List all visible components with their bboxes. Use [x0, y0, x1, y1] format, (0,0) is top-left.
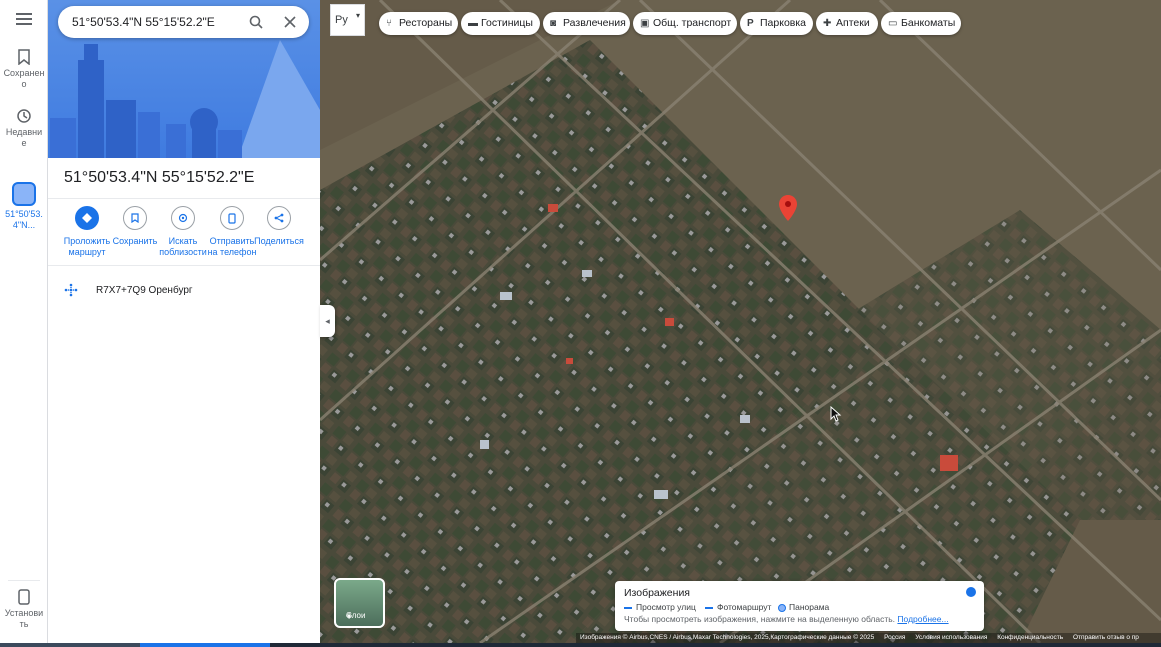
close-icon[interactable]: [284, 16, 296, 28]
hotel-icon: ▬: [468, 18, 478, 29]
satellite-imagery: [320, 0, 1161, 643]
current-place-label: 51°50'53.4"N...: [5, 209, 43, 230]
chip-atms[interactable]: ▭ Банкоматы: [881, 12, 961, 35]
search-icon[interactable]: [249, 15, 263, 29]
chip-label: Парковка: [760, 17, 807, 29]
chevron-down-icon: ▾: [355, 11, 360, 20]
attribution-copyright: Изображения © Airbus,CNES / Airbus,Maxar…: [580, 634, 875, 641]
imagery-title: Изображения: [624, 587, 690, 599]
chip-label: Рестораны: [399, 17, 453, 29]
history-icon: [17, 109, 31, 123]
parking-icon: P: [747, 18, 754, 29]
privacy-link[interactable]: Конфиденциальность: [997, 634, 1063, 641]
rail-divider: [8, 580, 40, 581]
search-box[interactable]: [58, 6, 309, 38]
atm-icon: ▭: [888, 18, 898, 29]
send-to-phone-label: Отправить на телефон: [207, 236, 257, 257]
legend-label: Панорама: [789, 602, 830, 612]
taskbar-segment: [140, 643, 270, 647]
language-selector[interactable]: Ру ▾: [330, 4, 365, 36]
nearby-label: Искать поблизости: [159, 236, 207, 257]
legend-photo-route: Фотомаршрут: [705, 602, 771, 612]
maps-app: Сохранено Недавние 51°50'53.4"N... Устан…: [0, 0, 1161, 647]
plus-code-row[interactable]: R7X7+7Q9 Оренбург: [64, 282, 314, 300]
directions-icon: [75, 206, 99, 230]
side-rail: Сохранено Недавние 51°50'53.4"N... Устан…: [0, 0, 48, 643]
share-button[interactable]: Поделиться: [254, 206, 304, 247]
chip-hotels[interactable]: ▬ Гостиницы: [461, 12, 540, 35]
language-value: Ру: [335, 14, 348, 26]
terms-link[interactable]: Условия использования: [915, 634, 987, 641]
layers-label: Слои: [346, 611, 366, 620]
hamburger-icon: [16, 13, 32, 25]
collapse-panel-button[interactable]: ◂: [320, 305, 335, 337]
chip-entertainment[interactable]: ◙ Развлечения: [543, 12, 630, 35]
chip-parking[interactable]: P Парковка: [740, 12, 813, 35]
mouse-cursor-icon: [830, 406, 842, 422]
imagery-legend: Изображения Просмотр улиц Фотомаршрут Па…: [615, 581, 984, 631]
current-place-button[interactable]: 51°50'53.4"N...: [0, 182, 48, 231]
legend-label: Фотомаршрут: [717, 602, 772, 612]
location-pin-icon[interactable]: [779, 195, 797, 221]
pharmacy-icon: ✚: [823, 18, 832, 29]
learn-more-link[interactable]: Подробнее...: [897, 614, 948, 624]
toggle-dot[interactable]: [966, 587, 976, 597]
legend-label: Просмотр улиц: [636, 602, 696, 612]
layers-button[interactable]: ◈ Слои: [334, 578, 385, 628]
bookmark-icon: [123, 206, 147, 230]
chip-label: Общ. транспорт: [653, 17, 732, 29]
plus-code-icon: [64, 283, 78, 297]
chip-pharmacies[interactable]: ✚ Аптеки: [816, 12, 878, 35]
satellite-map[interactable]: [320, 0, 1161, 643]
plus-code-text: R7X7+7Q9 Оренбург: [96, 285, 193, 296]
nearby-icon: [171, 206, 195, 230]
imagery-hint: Чтобы просмотреть изображения, нажмите н…: [624, 614, 949, 624]
send-to-phone-button[interactable]: Отправить на телефон: [207, 206, 257, 258]
chip-label: Аптеки: [836, 17, 870, 29]
transit-icon: ▣: [640, 18, 650, 29]
divider: [48, 198, 320, 199]
taskbar-segment: [0, 643, 140, 647]
install-label: Установить: [4, 608, 44, 629]
chip-restaurants[interactable]: ⑂ Рестораны: [379, 12, 458, 35]
bookmark-icon: [18, 49, 30, 65]
place-panel: 51°50'53.4"N 55°15'52.2"E Проложить марш…: [48, 0, 320, 643]
chip-label: Развлечения: [563, 17, 626, 29]
hint-text: Чтобы просмотреть изображения, нажмите н…: [624, 614, 896, 624]
feedback-link[interactable]: Отправить отзыв о пр: [1073, 634, 1139, 641]
legend-panorama: Панорама: [778, 602, 829, 612]
save-button[interactable]: Сохранить: [110, 206, 160, 247]
attribution-bar: Изображения © Airbus,CNES / Airbus,Maxar…: [576, 633, 1161, 643]
place-title: 51°50'53.4"N 55°15'52.2"E: [64, 169, 255, 186]
saved-label: Сохранено: [3, 68, 45, 89]
action-bar: Проложить маршрут Сохранить Искать побли…: [60, 206, 316, 264]
divider: [48, 265, 320, 266]
chip-label: Банкоматы: [901, 17, 956, 29]
nearby-button[interactable]: Искать поблизости: [158, 206, 208, 258]
restaurant-icon: ⑂: [386, 18, 392, 29]
camera-icon: ◙: [550, 18, 557, 29]
recent-button[interactable]: Недавние: [0, 108, 48, 149]
send-to-phone-icon: [220, 206, 244, 230]
save-label: Сохранить: [112, 236, 158, 246]
phone-icon: [18, 589, 30, 605]
recent-label: Недавние: [5, 127, 43, 148]
attribution-country[interactable]: Россия: [884, 634, 905, 641]
chip-transit[interactable]: ▣ Общ. транспорт: [633, 12, 737, 35]
share-icon: [267, 206, 291, 230]
menu-button[interactable]: [0, 12, 48, 29]
chevron-left-icon: ◂: [325, 316, 330, 326]
share-label: Поделиться: [254, 236, 304, 246]
place-thumbnail: [12, 182, 36, 206]
install-button[interactable]: Установить: [0, 589, 48, 630]
saved-button[interactable]: Сохранено: [0, 49, 48, 90]
directions-button[interactable]: Проложить маршрут: [62, 206, 112, 258]
legend-street-view: Просмотр улиц: [624, 602, 696, 612]
search-input[interactable]: [72, 6, 242, 38]
taskbar-strip: [0, 643, 1161, 647]
directions-label: Проложить маршрут: [63, 236, 111, 257]
chip-label: Гостиницы: [481, 17, 533, 29]
